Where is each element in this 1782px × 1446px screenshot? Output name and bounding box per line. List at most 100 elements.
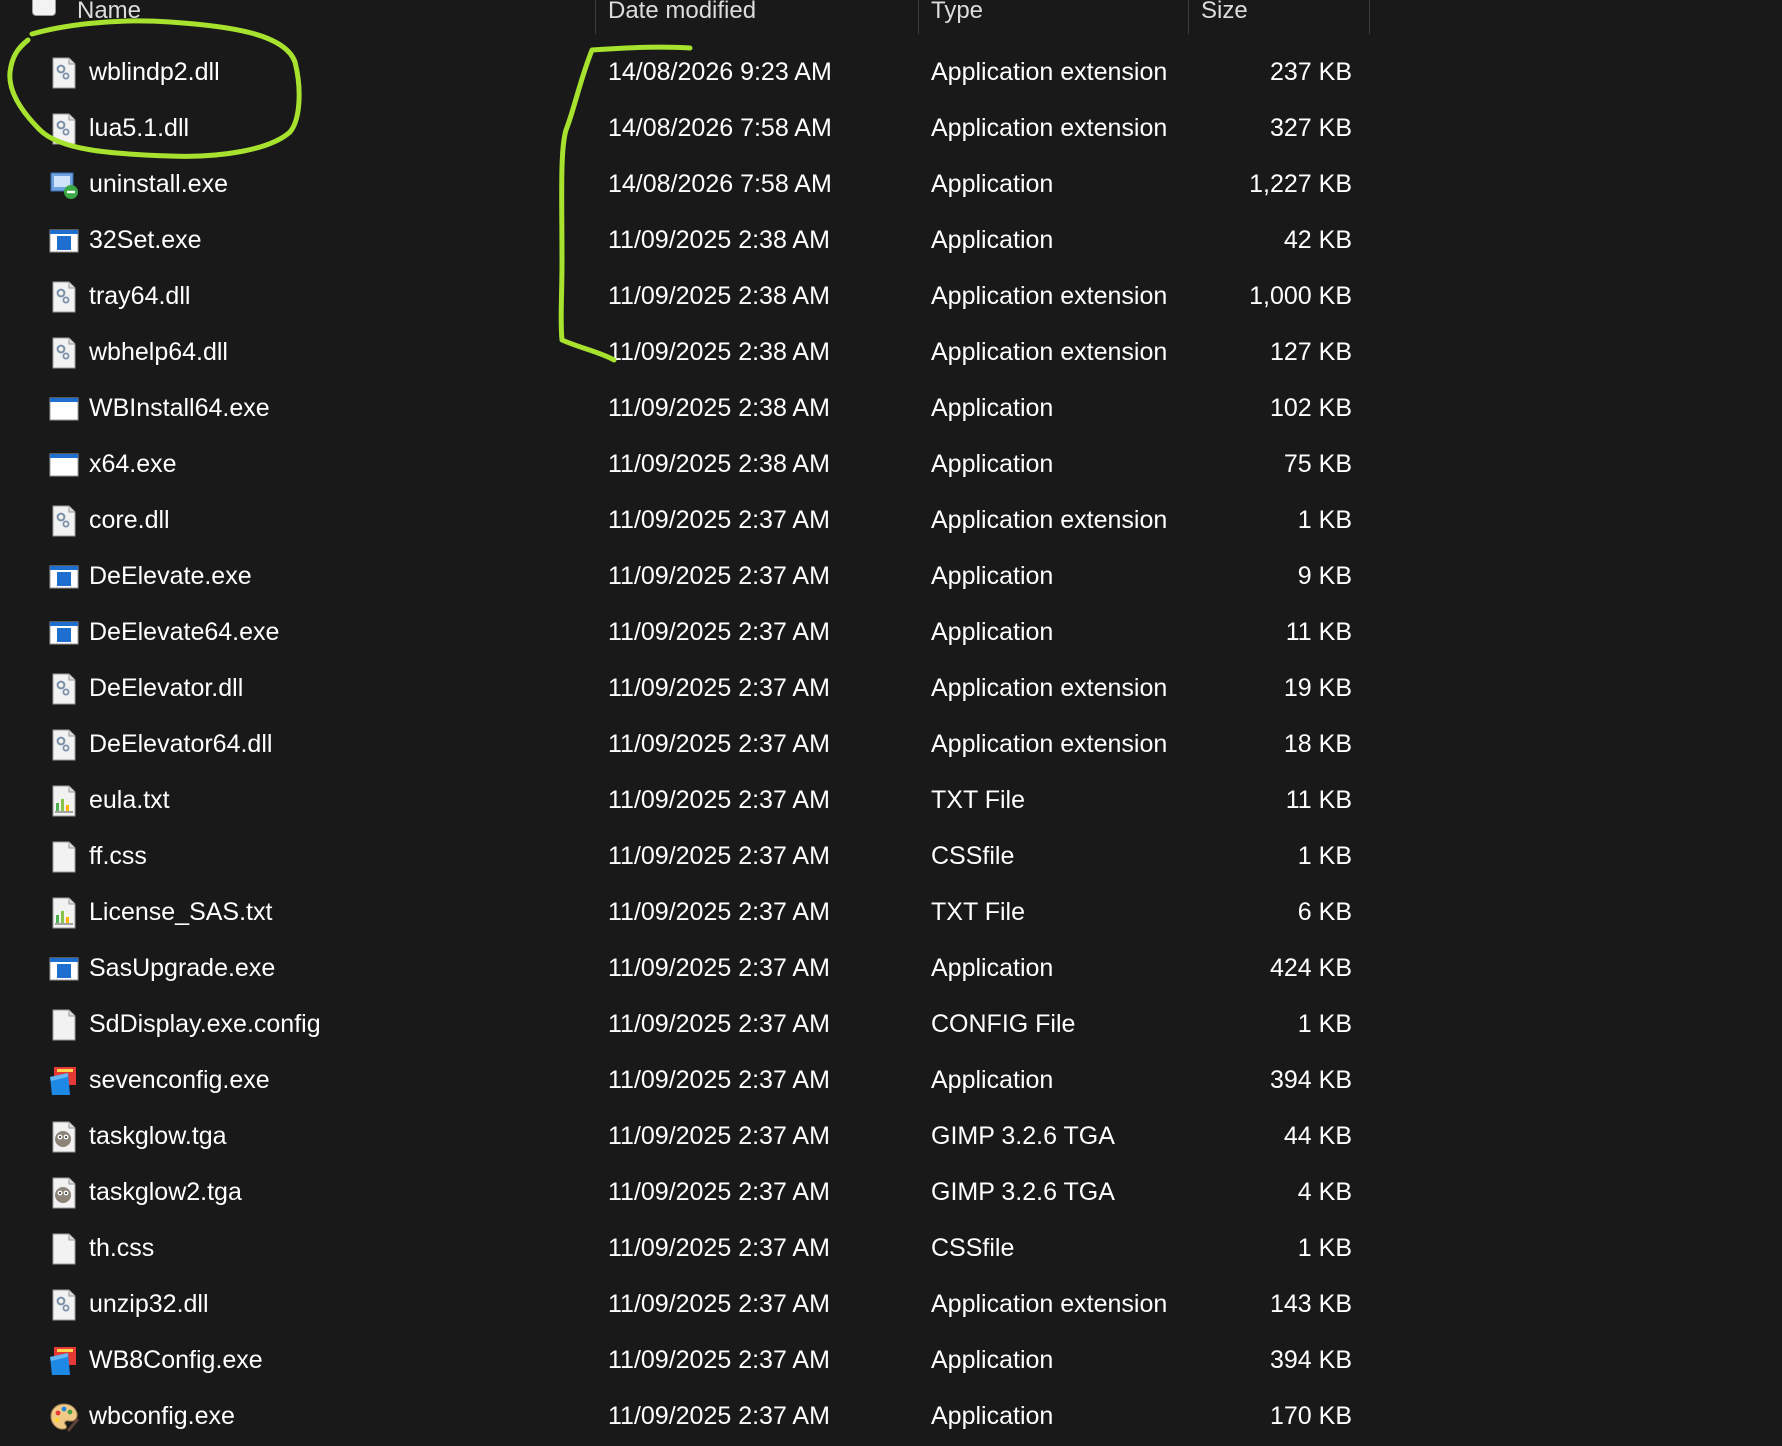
file-row[interactable]: sevenconfig.exe 11/09/2025 2:37 AM Applica… (0, 1052, 1370, 1108)
column-divider[interactable] (595, 0, 596, 34)
file-type: Application extension (931, 1290, 1168, 1318)
file-row[interactable]: SasUpgrade.exe 11/09/2025 2:37 AM Applicat… (0, 940, 1370, 996)
file-name: WBInstall64.exe (89, 394, 270, 422)
file-type: Application extension (931, 114, 1168, 142)
dll-gear-icon (48, 57, 80, 89)
file-size: 143 KB (1269, 1290, 1352, 1318)
file-date-modified: 11/09/2025 2:37 AM (608, 1402, 830, 1430)
file-date-modified: 11/09/2025 2:37 AM (608, 1346, 830, 1374)
file-size: 170 KB (1269, 1402, 1352, 1430)
file-type: TXT File (931, 898, 1025, 926)
file-row[interactable]: WB8Config.exe 11/09/2025 2:37 AM Applicati… (0, 1332, 1370, 1388)
file-date-modified: 11/09/2025 2:37 AM (608, 674, 830, 702)
file-size: 1 KB (1297, 842, 1352, 870)
file-name: SdDisplay.exe.config (89, 1010, 321, 1038)
file-row[interactable]: wbconfig.exe 11/09/2025 2:37 AM Applicatio… (0, 1388, 1370, 1444)
file-type: GIMP 3.2.6 TGA (931, 1122, 1115, 1150)
file-row[interactable]: taskglow.tga 11/09/2025 2:37 AM GIMP 3.2.6… (0, 1108, 1370, 1164)
file-name: sevenconfig.exe (89, 1066, 270, 1094)
file-date-modified: 11/09/2025 2:37 AM (608, 562, 830, 590)
file-size: 18 KB (1283, 730, 1352, 758)
file-date-modified: 11/09/2025 2:37 AM (608, 506, 830, 534)
file-size: 1 KB (1297, 506, 1352, 534)
file-row[interactable]: wbhelp64.dll 11/09/2025 2:38 AM Applicatio… (0, 324, 1370, 380)
dll-gear-icon (48, 729, 80, 761)
file-row[interactable]: 32Set.exe 11/09/2025 2:38 AM Application 42… (0, 212, 1370, 268)
file-date-modified: 14/08/2026 7:58 AM (608, 170, 832, 198)
blank-file-icon (48, 1009, 80, 1041)
column-divider[interactable] (1188, 0, 1189, 34)
file-date-modified: 11/09/2025 2:37 AM (608, 954, 830, 982)
file-size: 1,000 KB (1249, 282, 1352, 310)
file-type: Application (931, 562, 1054, 590)
dll-gear-icon (48, 505, 80, 537)
file-row[interactable]: WBInstall64.exe 11/09/2025 2:38 AM Applica… (0, 380, 1370, 436)
file-row[interactable]: taskglow2.tga 11/09/2025 2:37 AM GIMP 3.2.… (0, 1164, 1370, 1220)
file-row[interactable]: x64.exe 11/09/2025 2:38 AM Application 75 K… (0, 436, 1370, 492)
file-date-modified: 11/09/2025 2:38 AM (608, 282, 830, 310)
file-row[interactable]: wblindp2.dll 14/08/2026 9:23 AM Applicatio… (0, 44, 1370, 100)
blank-file-icon (48, 1233, 80, 1265)
file-name: th.css (89, 1234, 155, 1262)
file-row[interactable]: lua5.1.dll 14/08/2026 7:58 AM Application … (0, 100, 1370, 156)
file-size: 11 KB (1285, 786, 1352, 814)
file-name: wbconfig.exe (89, 1402, 235, 1430)
file-row[interactable]: ff.css 11/09/2025 2:37 AM CSSfile 1 KB (0, 828, 1370, 884)
config-app-icon (48, 1345, 80, 1377)
file-size: 4 KB (1297, 1178, 1352, 1206)
file-type: Application (931, 1066, 1054, 1094)
file-size: 102 KB (1269, 394, 1352, 422)
file-type: Application (931, 1346, 1054, 1374)
file-size: 394 KB (1269, 1346, 1352, 1374)
file-type: GIMP 3.2.6 TGA (931, 1178, 1115, 1206)
select-all-checkbox[interactable] (32, 0, 56, 16)
file-type: Application extension (931, 506, 1168, 534)
file-size: 1,227 KB (1249, 170, 1352, 198)
text-chart-icon (48, 785, 80, 817)
file-name: DeElevator64.dll (89, 730, 273, 758)
file-date-modified: 11/09/2025 2:37 AM (608, 842, 830, 870)
file-row[interactable]: DeElevator64.dll 11/09/2025 2:37 AM Applic… (0, 716, 1370, 772)
column-header-name[interactable]: Name (77, 0, 141, 34)
blank-file-icon (48, 841, 80, 873)
file-row[interactable]: DeElevator.dll 11/09/2025 2:37 AM Applicat… (0, 660, 1370, 716)
file-size: 424 KB (1269, 954, 1352, 982)
column-divider[interactable] (1369, 0, 1370, 34)
file-row[interactable]: core.dll 11/09/2025 2:37 AM Application ex… (0, 492, 1370, 548)
file-name: DeElevate64.exe (89, 618, 280, 646)
file-size: 237 KB (1269, 58, 1352, 86)
file-row[interactable]: th.css 11/09/2025 2:37 AM CSSfile 1 KB (0, 1220, 1370, 1276)
file-date-modified: 11/09/2025 2:38 AM (608, 226, 830, 254)
file-row[interactable]: SdDisplay.exe.config 11/09/2025 2:37 AM CO… (0, 996, 1370, 1052)
file-name: core.dll (89, 506, 170, 534)
file-date-modified: 11/09/2025 2:37 AM (608, 1010, 830, 1038)
file-type: Application (931, 954, 1054, 982)
column-header-bar: Name Date modified Type Size (0, 0, 1370, 34)
column-divider[interactable] (918, 0, 919, 34)
exe-window-plain-icon (48, 393, 80, 425)
file-row[interactable]: License_SAS.txt 11/09/2025 2:37 AM TXT Fil… (0, 884, 1370, 940)
file-name: eula.txt (89, 786, 170, 814)
file-row[interactable]: eula.txt 11/09/2025 2:37 AM TXT File 11 KB (0, 772, 1370, 828)
file-type: Application extension (931, 58, 1168, 86)
column-header-size[interactable]: Size (1201, 0, 1248, 34)
file-name: wblindp2.dll (89, 58, 220, 86)
file-row[interactable]: tray64.dll 11/09/2025 2:38 AM Application … (0, 268, 1370, 324)
file-size: 42 KB (1283, 226, 1352, 254)
file-row[interactable]: uninstall.exe 14/08/2026 7:58 AM Applicati… (0, 156, 1370, 212)
dll-gear-icon (48, 337, 80, 369)
file-date-modified: 11/09/2025 2:38 AM (608, 338, 830, 366)
file-date-modified: 11/09/2025 2:37 AM (608, 1122, 830, 1150)
file-size: 327 KB (1269, 114, 1352, 142)
file-type: Application (931, 1402, 1054, 1430)
column-header-type[interactable]: Type (931, 0, 983, 34)
file-row[interactable]: DeElevate.exe 11/09/2025 2:37 AM Applicati… (0, 548, 1370, 604)
column-header-date-modified[interactable]: Date modified (608, 0, 756, 34)
file-size: 1 KB (1297, 1010, 1352, 1038)
file-row[interactable]: unzip32.dll 11/09/2025 2:37 AM Application… (0, 1276, 1370, 1332)
file-name: taskglow2.tga (89, 1178, 242, 1206)
file-explorer: Name Date modified Type Size wblindp2.dl… (0, 0, 1782, 1446)
file-row[interactable]: DeElevate64.exe 11/09/2025 2:37 AM Applica… (0, 604, 1370, 660)
file-type: CONFIG File (931, 1010, 1076, 1038)
file-size: 127 KB (1269, 338, 1352, 366)
